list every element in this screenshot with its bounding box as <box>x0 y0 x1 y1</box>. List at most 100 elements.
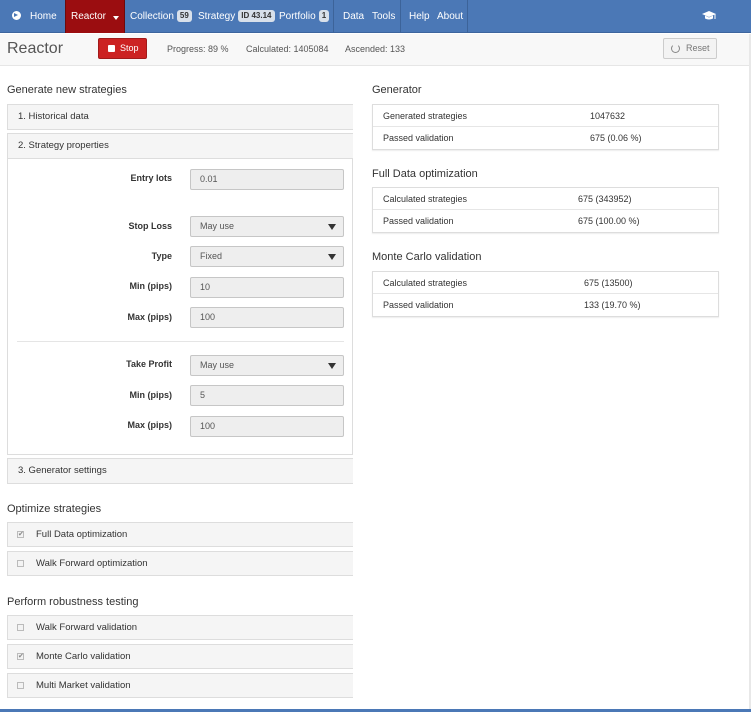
nav-divider <box>400 0 401 33</box>
collection-count-badge: 59 <box>176 10 192 23</box>
sl-type-value: Fixed <box>200 251 223 261</box>
ascended-text: Ascended: 133 <box>345 44 406 54</box>
option-walk-forward-validation[interactable]: Walk Forward validation <box>7 615 353 640</box>
take-profit-label: Take Profit <box>126 359 172 369</box>
stop-icon <box>108 45 115 52</box>
option-full-data-optimization[interactable]: ✔ Full Data optimization <box>7 522 353 547</box>
nav-tools-label: Tools <box>372 11 396 22</box>
nav-collection-label: Collection <box>130 11 174 22</box>
stat-row: Passed validation 675 (100.00 %) <box>373 210 718 232</box>
sl-max-label: Max (pips) <box>127 312 172 322</box>
checkbox-unchecked[interactable] <box>17 682 24 689</box>
stat-row: Calculated strategies 675 (343952) <box>373 188 718 210</box>
take-profit-value: May use <box>200 360 235 370</box>
stat-row: Calculated strategies 675 (13500) <box>373 272 718 294</box>
strategy-id-badge: ID 43.14 <box>238 10 275 23</box>
nav-reactor-label: Reactor <box>71 11 107 22</box>
panel-strategy-properties[interactable]: 2. Strategy properties <box>7 133 353 159</box>
nav-about-label: About <box>437 11 464 22</box>
stat-value: 675 (343952) <box>578 194 632 204</box>
nav-help[interactable]: Help <box>409 0 430 33</box>
stop-button[interactable]: Stop <box>98 38 147 59</box>
option-label: Full Data optimization <box>36 529 128 540</box>
generator-stats-panel: Generated strategies 1047632 Passed vali… <box>372 104 719 150</box>
stat-label: Calculated strategies <box>383 194 468 204</box>
tp-min-input[interactable]: 5 <box>190 385 344 406</box>
stat-row: Generated strategies 1047632 <box>373 105 718 127</box>
tp-max-input[interactable]: 100 <box>190 416 344 437</box>
portfolio-count-badge: 1 <box>318 10 330 23</box>
nav-collection[interactable]: Collection 59 <box>130 0 192 33</box>
take-profit-select[interactable]: May use <box>190 355 344 376</box>
optimize-section-title: Optimize strategies <box>7 503 102 515</box>
option-label: Multi Market validation <box>36 680 131 691</box>
sl-min-label: Min (pips) <box>129 281 173 291</box>
checkbox-checked[interactable]: ✔ <box>17 653 24 660</box>
stat-label: Generated strategies <box>383 111 468 121</box>
checkbox-unchecked[interactable] <box>17 624 24 631</box>
strategy-properties-form: Entry lots 0.01 Stop Loss May use Type F… <box>7 158 353 455</box>
nav-data-label: Data <box>343 11 365 22</box>
tp-max-label: Max (pips) <box>127 420 172 430</box>
checkbox-checked[interactable]: ✔ <box>17 531 24 538</box>
reset-button-label: Reset <box>686 43 710 53</box>
sl-max-input[interactable]: 100 <box>190 307 344 328</box>
sl-type-label: Type <box>151 251 172 261</box>
nav-about[interactable]: About <box>437 0 463 33</box>
stat-label: Passed validation <box>383 300 454 310</box>
generate-section-title: Generate new strategies <box>7 84 127 96</box>
calculated-text: Calculated: 1405084 <box>246 44 329 54</box>
nav-divider <box>467 0 468 33</box>
generator-title: Generator <box>372 84 422 96</box>
caret-down-icon[interactable] <box>113 16 119 20</box>
stat-value: 1047632 <box>590 111 626 121</box>
robustness-section-title: Perform robustness testing <box>7 596 139 608</box>
panel-historical-data[interactable]: 1. Historical data <box>7 104 353 130</box>
full-data-stats-panel: Calculated strategies 675 (343952) Passe… <box>372 187 719 233</box>
entry-lots-label: Entry lots <box>130 173 172 183</box>
stat-value: 675 (0.06 %) <box>590 133 642 143</box>
top-navbar: Home Reactor Collection 59 Strategy ID 43.… <box>0 0 751 33</box>
stop-button-label: Stop <box>120 43 139 53</box>
full-data-title: Full Data optimization <box>372 168 478 180</box>
option-label: Walk Forward optimization <box>36 558 148 569</box>
sl-type-select[interactable]: Fixed <box>190 246 344 267</box>
stat-label: Calculated strategies <box>383 278 468 288</box>
stat-row: Passed validation 675 (0.06 %) <box>373 127 718 149</box>
nav-home[interactable]: Home <box>0 0 63 33</box>
tp-min-label: Min (pips) <box>129 390 173 400</box>
nav-data[interactable]: Data <box>343 0 364 33</box>
nav-home-label: Home <box>30 11 57 22</box>
stat-label: Passed validation <box>383 133 454 143</box>
page-title: Reactor <box>7 40 64 57</box>
nav-portfolio[interactable]: Portfolio 1 <box>279 0 330 33</box>
option-multi-market-validation[interactable]: Multi Market validation <box>7 673 353 698</box>
form-divider <box>17 341 344 342</box>
graduation-cap-icon[interactable] <box>702 10 716 22</box>
monte-carlo-title: Monte Carlo validation <box>372 251 482 263</box>
nav-help-label: Help <box>409 11 430 22</box>
option-monte-carlo-validation[interactable]: ✔ Monte Carlo validation <box>7 644 353 669</box>
reset-button[interactable]: Reset <box>663 38 717 59</box>
dropdown-arrow-icon <box>328 224 336 230</box>
play-circle-icon <box>12 11 21 20</box>
stat-value: 675 (13500) <box>584 278 633 288</box>
dropdown-arrow-icon <box>328 254 336 260</box>
nav-strategy[interactable]: Strategy ID 43.14 <box>198 0 275 33</box>
checkbox-unchecked[interactable] <box>17 560 24 567</box>
panel-generator-settings[interactable]: 3. Generator settings <box>7 458 353 484</box>
stat-row: Passed validation 133 (19.70 %) <box>373 294 718 316</box>
stat-value: 133 (19.70 %) <box>584 300 641 310</box>
nav-tools[interactable]: Tools <box>372 0 395 33</box>
stop-loss-select[interactable]: May use <box>190 216 344 237</box>
nav-portfolio-label: Portfolio <box>279 11 316 22</box>
monte-carlo-stats-panel: Calculated strategies 675 (13500) Passed… <box>372 271 719 317</box>
option-label: Monte Carlo validation <box>36 651 131 662</box>
option-walk-forward-optimization[interactable]: Walk Forward optimization <box>7 551 353 576</box>
stat-label: Passed validation <box>383 216 454 226</box>
stop-loss-value: May use <box>200 221 235 231</box>
entry-lots-input[interactable]: 0.01 <box>190 169 344 190</box>
sl-min-input[interactable]: 10 <box>190 277 344 298</box>
dropdown-arrow-icon <box>328 363 336 369</box>
stat-value: 675 (100.00 %) <box>578 216 640 226</box>
